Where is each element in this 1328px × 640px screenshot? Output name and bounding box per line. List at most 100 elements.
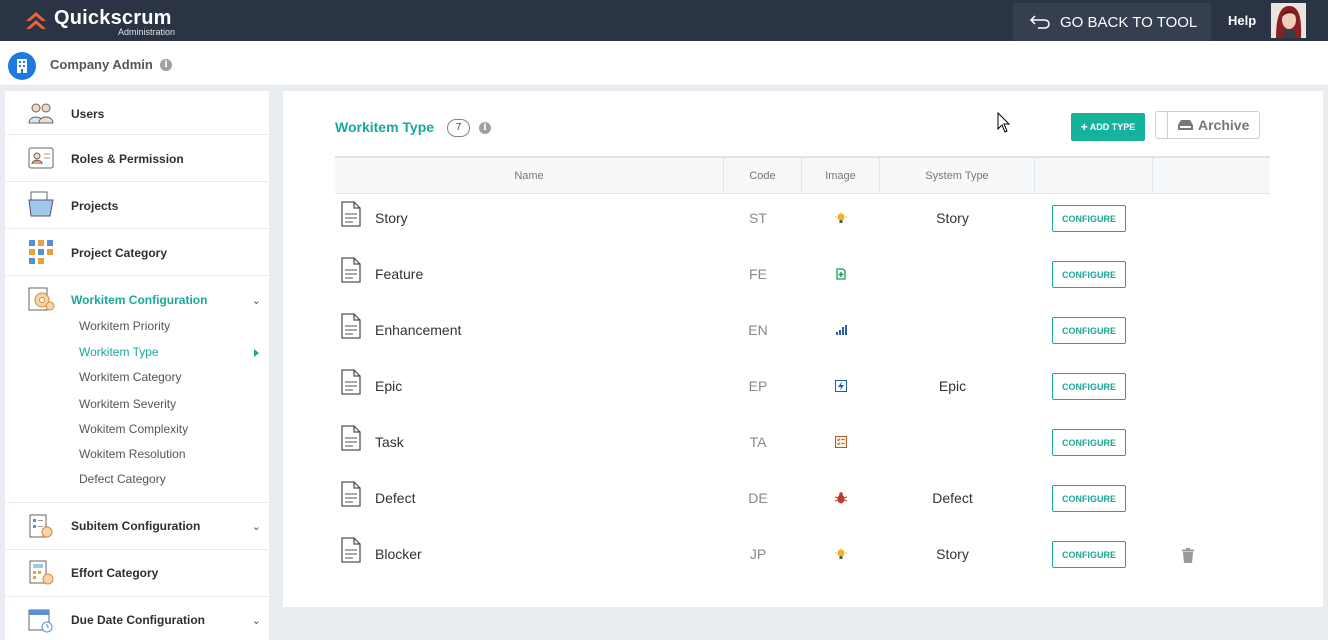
row-name[interactable]: Blocker <box>375 530 422 578</box>
document-icon <box>341 257 361 283</box>
table-row[interactable]: Blocker JP Story CONFIGURE <box>335 530 1270 586</box>
sidebar-item-label: Subitem Configuration <box>71 519 201 533</box>
sidebar-item-roles[interactable]: Roles & Permission <box>5 135 269 182</box>
row-code: ST <box>749 210 767 226</box>
row-code: EN <box>748 322 768 338</box>
plus-icon: + <box>1080 120 1088 134</box>
sidebar-subitem-workitem-resolution[interactable]: Wokitem Resolution <box>79 447 186 461</box>
row-name[interactable]: Defect <box>375 474 415 522</box>
sidebar-item-subitem-configuration[interactable]: Subitem Configuration ⌄ <box>5 503 269 550</box>
add-type-label: ADD TYPE <box>1089 122 1136 132</box>
row-code: JP <box>749 546 767 562</box>
row-system-type: Defect <box>932 490 973 506</box>
sidebar-item-effort-category[interactable]: Effort Category <box>5 550 269 597</box>
configure-button[interactable]: CONFIGURE <box>1052 317 1126 344</box>
go-back-label: GO BACK TO TOOL <box>1060 13 1198 31</box>
sidebar-item-projects[interactable]: Projects <box>5 182 269 229</box>
configure-button[interactable]: CONFIGURE <box>1052 541 1126 568</box>
document-icon <box>341 537 361 563</box>
sidebar-subitem-workitem-complexity[interactable]: Wokitem Complexity <box>79 422 188 436</box>
lightning-icon <box>802 362 880 410</box>
column-header-actions <box>1035 158 1153 194</box>
bars-icon <box>802 306 880 354</box>
sidebar-item-project-category[interactable]: Project Category <box>5 229 269 276</box>
id-card-icon <box>28 147 54 169</box>
table-row[interactable]: Enhancement EN CONFIGURE <box>335 306 1270 362</box>
go-back-to-tool-button[interactable]: GO BACK TO TOOL <box>1013 3 1211 41</box>
configure-button[interactable]: CONFIGURE <box>1052 373 1126 400</box>
row-name[interactable]: Feature <box>375 250 423 298</box>
table-row[interactable]: Feature FE CONFIGURE <box>335 250 1270 306</box>
sidebar-item-label: Roles & Permission <box>71 152 184 166</box>
document-icon <box>341 201 361 227</box>
configure-button[interactable]: CONFIGURE <box>1052 429 1126 456</box>
row-system-type <box>880 250 1025 298</box>
sidebar-item-label: Projects <box>71 199 119 213</box>
user-photo-icon <box>1271 3 1306 38</box>
info-icon[interactable]: i <box>479 122 491 134</box>
table-row[interactable]: Task TA CONFIGURE <box>335 418 1270 474</box>
row-name[interactable]: Epic <box>375 362 402 410</box>
document-icon <box>341 313 361 339</box>
checklist-gear-icon <box>29 514 53 538</box>
row-system-type: Epic <box>938 378 967 394</box>
add-type-button[interactable]: + ADD TYPE <box>1071 113 1145 141</box>
chevron-down-icon: ⌄ <box>251 615 261 627</box>
lightbulb-icon <box>802 194 880 242</box>
row-code: TA <box>749 434 767 450</box>
sidebar-item-label: Due Date Configuration <box>71 613 205 627</box>
sidebar-subitem-workitem-severity[interactable]: Workitem Severity <box>79 397 176 411</box>
row-name[interactable]: Task <box>375 418 404 466</box>
mouse-cursor-icon <box>997 112 1011 133</box>
lightbulb-icon <box>802 530 880 578</box>
document-icon <box>341 369 361 395</box>
document-icon <box>341 481 361 507</box>
column-header-name[interactable]: Name <box>335 158 724 194</box>
return-arrow-icon <box>1029 15 1050 29</box>
brand-subtitle: Administration <box>118 27 176 37</box>
row-system-type <box>880 306 1025 354</box>
sidebar-subitem-defect-category[interactable]: Defect Category <box>79 472 166 486</box>
chevron-down-icon: ⌄ <box>251 295 261 307</box>
sidebar-item-label: Workitem Configuration <box>71 293 208 307</box>
document-icon <box>341 425 361 451</box>
toggle-switch[interactable] <box>1156 112 1168 138</box>
sidebar-subitem-workitem-type[interactable]: Workitem Type <box>79 345 159 359</box>
row-code: FE <box>749 266 767 282</box>
gear-doc-icon <box>28 287 55 311</box>
column-header-image[interactable]: Image <box>802 158 880 194</box>
caret-right-icon <box>254 349 259 357</box>
users-icon <box>28 103 54 124</box>
sidebar-item-due-date-configuration[interactable]: Due Date Configuration ⌄ <box>5 597 269 640</box>
row-system-type: Story <box>936 546 969 562</box>
trash-icon[interactable] <box>1182 548 1194 563</box>
row-system-type: Story <box>936 210 969 226</box>
sidebar-item-label: Users <box>71 107 105 121</box>
avatar[interactable] <box>1271 3 1306 38</box>
configure-button[interactable]: CONFIGURE <box>1052 485 1126 512</box>
calculator-icon <box>29 560 54 585</box>
configure-button[interactable]: CONFIGURE <box>1052 261 1126 288</box>
configure-button[interactable]: CONFIGURE <box>1052 205 1126 232</box>
company-admin-label: Company Admin <box>50 57 153 72</box>
sidebar-subitem-workitem-priority[interactable]: Workitem Priority <box>79 319 170 333</box>
count-badge: 7 <box>447 119 470 137</box>
table-row[interactable]: Defect DE Defect CONFIGURE <box>335 474 1270 530</box>
column-header-system-type[interactable]: System Type <box>880 158 1035 194</box>
row-code: DE <box>748 490 768 506</box>
table-row[interactable]: Story ST Story CONFIGURE <box>335 194 1270 250</box>
row-name[interactable]: Story <box>375 194 408 242</box>
table-row[interactable]: Epic EP Epic CONFIGURE <box>335 362 1270 418</box>
bug-icon <box>802 474 880 522</box>
help-link[interactable]: Help <box>1228 13 1256 28</box>
quickscrum-logo[interactable]: Quickscrum Administration <box>24 6 194 37</box>
sidebar-subitem-workitem-category[interactable]: Workitem Category <box>79 370 181 384</box>
sidebar-item-workitem-configuration[interactable]: Workitem Configuration ⌄ Workitem Priori… <box>5 276 269 503</box>
column-header-code[interactable]: Code <box>724 158 802 194</box>
table-header: Name Code Image System Type <box>335 156 1270 194</box>
archive-toggle[interactable]: Archive <box>1155 111 1260 139</box>
info-icon[interactable]: i <box>160 59 172 71</box>
sidebar-item-users[interactable]: Users <box>5 91 269 135</box>
row-name[interactable]: Enhancement <box>375 306 461 354</box>
sidebar-item-label: Effort Category <box>71 566 159 580</box>
